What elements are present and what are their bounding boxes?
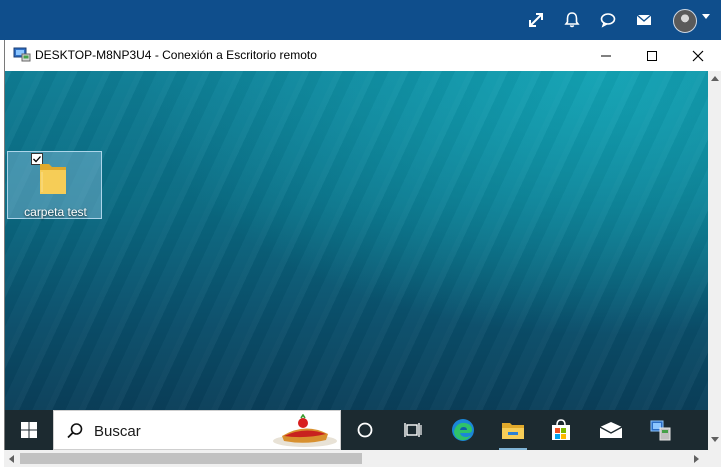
remote-desktop[interactable]: carpeta test — [5, 71, 708, 410]
scrollbar-thumb[interactable] — [20, 453, 362, 464]
expand-icon[interactable] — [526, 10, 546, 30]
search-placeholder: Buscar — [94, 423, 141, 440]
edge-icon[interactable] — [439, 410, 487, 450]
window-title: DESKTOP-M8NP3U4 - Conexión a Escritorio … — [35, 48, 317, 62]
search-icon — [66, 422, 84, 445]
windows-logo-icon — [21, 422, 37, 438]
mail-icon[interactable] — [634, 10, 654, 30]
remote-taskbar: Buscar — [5, 410, 708, 450]
close-button[interactable] — [675, 40, 721, 71]
taskbar-search-box[interactable]: Buscar — [53, 410, 341, 450]
cortana-icon[interactable] — [341, 410, 389, 450]
file-explorer-icon[interactable] — [489, 410, 537, 450]
folder-icon — [38, 158, 68, 196]
desktop-icon-carpeta-test[interactable]: carpeta test — [7, 151, 102, 219]
chevron-down-icon[interactable] — [702, 14, 710, 19]
maximize-button[interactable] — [629, 40, 675, 71]
chat-icon[interactable] — [598, 10, 618, 30]
bell-icon[interactable] — [562, 10, 582, 30]
rdp-app-icon[interactable] — [637, 410, 685, 450]
horizontal-scrollbar[interactable] — [4, 450, 721, 467]
scroll-left-icon[interactable] — [9, 455, 14, 463]
scroll-down-icon[interactable] — [711, 437, 719, 442]
start-button[interactable] — [5, 410, 53, 450]
task-view-icon[interactable] — [389, 410, 437, 450]
store-icon[interactable] — [537, 410, 585, 450]
rdp-titlebar[interactable]: DESKTOP-M8NP3U4 - Conexión a Escritorio … — [5, 40, 721, 71]
scroll-right-icon[interactable] — [694, 455, 699, 463]
app-header-bar — [0, 0, 721, 40]
minimize-button[interactable] — [583, 40, 629, 71]
user-avatar[interactable] — [673, 9, 697, 33]
scroll-up-icon[interactable] — [711, 76, 719, 81]
pie-illustration-icon — [272, 413, 338, 448]
vertical-scrollbar[interactable] — [708, 71, 721, 450]
rdp-app-icon — [13, 47, 31, 63]
mail-icon[interactable] — [587, 410, 635, 450]
desktop-icon-label: carpeta test — [24, 205, 87, 219]
rdp-window: DESKTOP-M8NP3U4 - Conexión a Escritorio … — [4, 40, 721, 450]
